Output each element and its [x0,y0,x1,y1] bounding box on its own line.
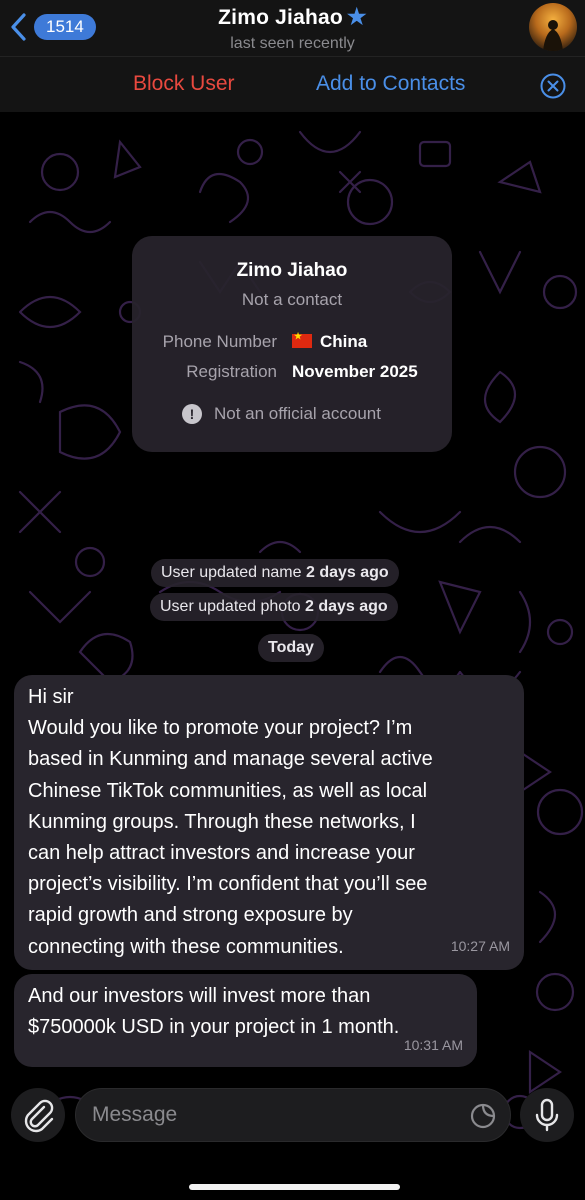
sticker-icon[interactable] [468,1101,498,1131]
last-seen-status: last seen recently [230,35,355,52]
registration-value: November 2025 [292,362,418,381]
microphone-icon [535,1098,559,1132]
official-notice-text: Not an official account [214,404,381,423]
avatar[interactable] [529,3,577,51]
action-bar: Block User Add to Contacts [0,57,585,112]
home-indicator [189,1184,400,1190]
message-text: Hi sir Would you like to promote your pr… [28,686,433,958]
attach-button[interactable] [11,1088,65,1142]
message-bubble[interactable]: And our investors will invest more than … [14,974,477,1067]
phone-number-label: Phone Number [162,332,277,351]
block-user-button[interactable]: Block User [133,72,235,96]
registration-label: Registration [186,362,277,381]
service-message-photo: User updated photo 2 days ago [150,593,398,621]
official-notice: ! Not an official account [182,404,381,424]
add-to-contacts-button[interactable]: Add to Contacts [316,72,465,96]
close-icon[interactable] [540,73,566,99]
contact-name: Zimo Jiahao [236,260,348,281]
chat-header: 1514 Zimo Jiahao ★ last seen recently [0,0,585,57]
contact-info-card: Zimo Jiahao Not a contact Phone Number C… [132,236,452,452]
service-message-name: User updated name 2 days ago [151,559,399,587]
date-separator: Today [258,634,324,662]
star-icon: ★ [346,4,367,29]
phone-number-value: China [292,331,367,352]
contact-status: Not a contact [241,290,343,309]
avatar-image [529,3,577,51]
message-text: And our investors will invest more than … [28,985,400,1039]
message-bubble[interactable]: Hi sir Would you like to promote your pr… [14,675,524,970]
message-placeholder: Message [92,1103,178,1126]
message-time: 10:31 AM [403,1036,463,1053]
microphone-button[interactable] [520,1088,574,1142]
chat-title-area[interactable]: Zimo Jiahao ★ last seen recently [0,4,585,53]
chat-title: Zimo Jiahao ★ [218,4,367,29]
alert-icon: ! [182,404,202,424]
message-time: 10:27 AM [450,937,510,954]
message-input[interactable]: Message [75,1088,511,1142]
paperclip-icon [24,1099,54,1133]
china-flag-icon [292,331,312,348]
